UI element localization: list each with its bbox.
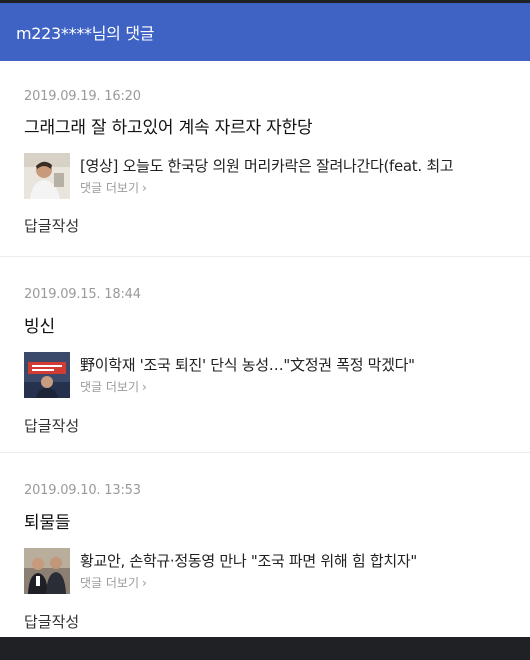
comment-text: 퇴물들	[24, 513, 71, 533]
chevron-right-icon: ›	[142, 576, 147, 590]
comment-item: 2019.09.10. 13:53 퇴물들 황교안, 손학규·정동영 만나 "조…	[0, 453, 530, 637]
page-header: m223****님의 댓글	[0, 3, 530, 61]
reply-button[interactable]: 답글작성	[24, 611, 79, 632]
more-comments-label: 댓글 더보기	[80, 181, 140, 195]
comment-text: 빙신	[24, 317, 55, 337]
chevron-right-icon: ›	[142, 181, 147, 195]
more-comments-link[interactable]: 댓글 더보기 ›	[80, 179, 147, 196]
more-comments-link[interactable]: 댓글 더보기 ›	[80, 574, 147, 591]
chevron-right-icon: ›	[142, 380, 147, 394]
article-title: [영상] 오늘도 한국당 의원 머리카락은 잘려나간다(feat. 최고	[80, 157, 454, 175]
more-comments-link[interactable]: 댓글 더보기 ›	[80, 378, 147, 395]
reply-button[interactable]: 답글작성	[24, 215, 79, 236]
page-title: m223****님의 댓글	[16, 24, 155, 43]
comment-date: 2019.09.19. 16:20	[24, 89, 141, 104]
comment-page: m223****님의 댓글 2019.09.19. 16:20 그래그래 잘 하…	[0, 3, 530, 637]
article-link[interactable]: [영상] 오늘도 한국당 의원 머리카락은 잘려나간다(feat. 최고 댓글 …	[24, 153, 530, 203]
comment-date: 2019.09.15. 18:44	[24, 287, 141, 302]
more-comments-label: 댓글 더보기	[80, 576, 140, 590]
article-thumbnail	[24, 352, 70, 398]
article-link[interactable]: 황교안, 손학규·정동영 만나 "조국 파면 위해 힘 합치자" 댓글 더보기 ›	[24, 548, 530, 598]
article-thumbnail	[24, 153, 70, 199]
article-link[interactable]: 野이학재 '조국 퇴진' 단식 농성…"文정권 폭정 막겠다" 댓글 더보기 ›	[24, 352, 530, 402]
comment-text: 그래그래 잘 하고있어 계속 자르자 자한당	[24, 118, 313, 138]
reply-button[interactable]: 답글작성	[24, 415, 79, 436]
comment-item: 2019.09.15. 18:44 빙신 野이학재 '조국 퇴진' 단식 농성……	[0, 257, 530, 453]
article-title: 野이학재 '조국 퇴진' 단식 농성…"文정권 폭정 막겠다"	[80, 356, 415, 374]
more-comments-label: 댓글 더보기	[80, 380, 140, 394]
comment-date: 2019.09.10. 13:53	[24, 483, 141, 498]
article-thumbnail	[24, 548, 70, 594]
comment-item: 2019.09.19. 16:20 그래그래 잘 하고있어 계속 자르자 자한당…	[0, 61, 530, 257]
article-title: 황교안, 손학규·정동영 만나 "조국 파면 위해 힘 합치자"	[80, 552, 417, 570]
